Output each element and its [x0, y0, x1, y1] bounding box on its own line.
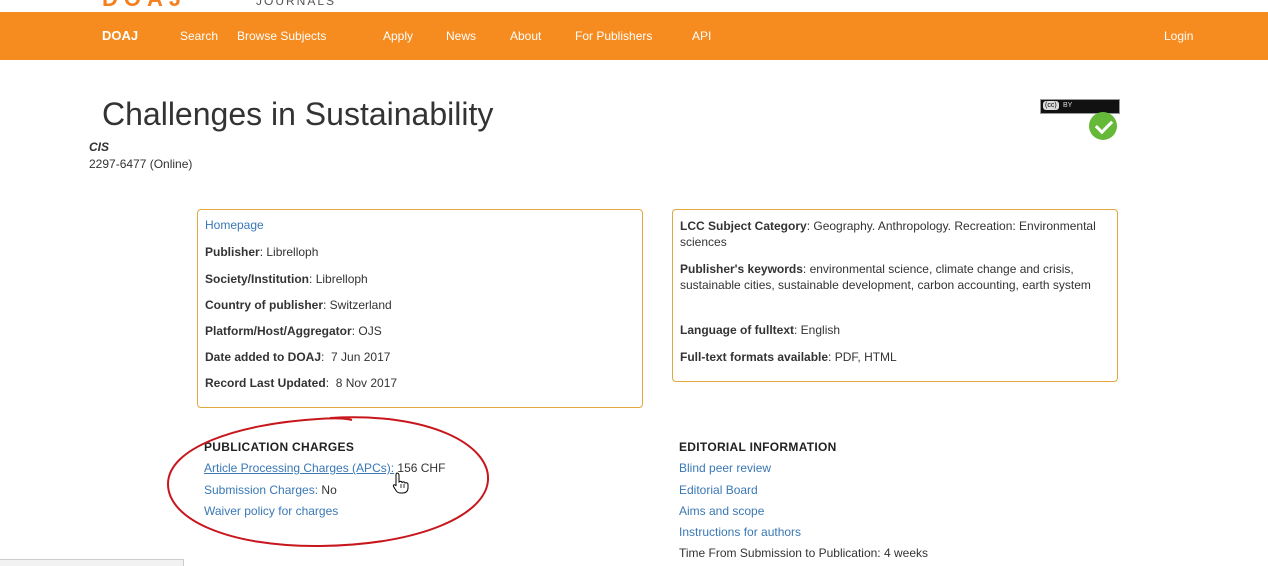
last-updated-row: Record Last Updated: 8 Nov 2017: [205, 376, 398, 390]
journal-issn: 2297-6477 (Online): [89, 157, 193, 171]
submission-charges-row: Submission Charges: No: [204, 483, 337, 497]
logo-mark: DOAJ: [102, 0, 187, 10]
platform-row: Platform/Host/Aggregator: OJS: [205, 324, 382, 338]
cc-by-license-badge[interactable]: (cc) BY: [1040, 99, 1120, 114]
by-icon: BY: [1063, 102, 1073, 109]
journal-abbreviation: CIS: [89, 140, 110, 154]
waiver-row: Waiver policy for charges: [204, 504, 338, 518]
aims-and-scope-link[interactable]: Aims and scope: [679, 504, 764, 518]
page-title: Challenges in Sustainability: [102, 96, 494, 132]
nav-for-publishers[interactable]: For Publishers: [575, 29, 652, 43]
nav-browse-subjects[interactable]: Browse Subjects: [237, 29, 326, 43]
login-link[interactable]: Login: [1164, 29, 1193, 43]
waiver-policy-link[interactable]: Waiver policy for charges: [204, 504, 338, 518]
nav-about[interactable]: About: [510, 29, 541, 43]
time-to-publication-row: Time From Submission to Publication: 4 w…: [679, 546, 928, 560]
apc-link[interactable]: Article Processing Charges (APCs):: [204, 461, 394, 475]
nav-apply[interactable]: Apply: [383, 29, 413, 43]
nav-api[interactable]: API: [692, 29, 711, 43]
nav-home-brand[interactable]: DOAJ: [102, 28, 138, 43]
hand-pointer-cursor-icon: [392, 472, 409, 494]
journal-details-panel: Homepage Publisher: Librelloph Society/I…: [197, 209, 643, 408]
cc-icon: (cc): [1043, 101, 1059, 110]
society-row: Society/Institution: Librelloph: [205, 272, 368, 286]
language-row: Language of fulltext: English: [680, 323, 841, 337]
keywords-row: Publisher's keywords: environmental scie…: [680, 262, 1091, 292]
site-logo[interactable]: DOAJ JOURNALS: [102, 0, 362, 10]
subject-details-panel: LCC Subject Category: Geography. Anthrop…: [672, 209, 1118, 382]
editorial-information-heading: EDITORIAL INFORMATION: [679, 440, 837, 454]
blind-peer-review-link[interactable]: Blind peer review: [679, 461, 771, 475]
date-added-row: Date added to DOAJ: 7 Jun 2017: [205, 350, 391, 364]
nav-search[interactable]: Search: [180, 29, 218, 43]
logo-wordmark: JOURNALS: [256, 0, 337, 8]
doaj-seal-checkmark-icon: [1089, 112, 1117, 140]
lcc-subject-row: LCC Subject Category: Geography. Anthrop…: [680, 219, 1096, 249]
publisher-row: Publisher: Librelloph: [205, 245, 319, 259]
country-row: Country of publisher: Switzerland: [205, 298, 392, 312]
top-navbar: DOAJ Search Browse Subjects Apply News A…: [0, 12, 1268, 60]
instructions-for-authors-link[interactable]: Instructions for authors: [679, 525, 801, 539]
submission-charges-link[interactable]: Submission Charges:: [204, 483, 318, 497]
formats-row: Full-text formats available: PDF, HTML: [680, 350, 897, 364]
homepage-link[interactable]: Homepage: [205, 218, 264, 232]
editorial-board-link[interactable]: Editorial Board: [679, 483, 758, 497]
publication-charges-heading: PUBLICATION CHARGES: [204, 440, 355, 454]
nav-news[interactable]: News: [446, 29, 476, 43]
